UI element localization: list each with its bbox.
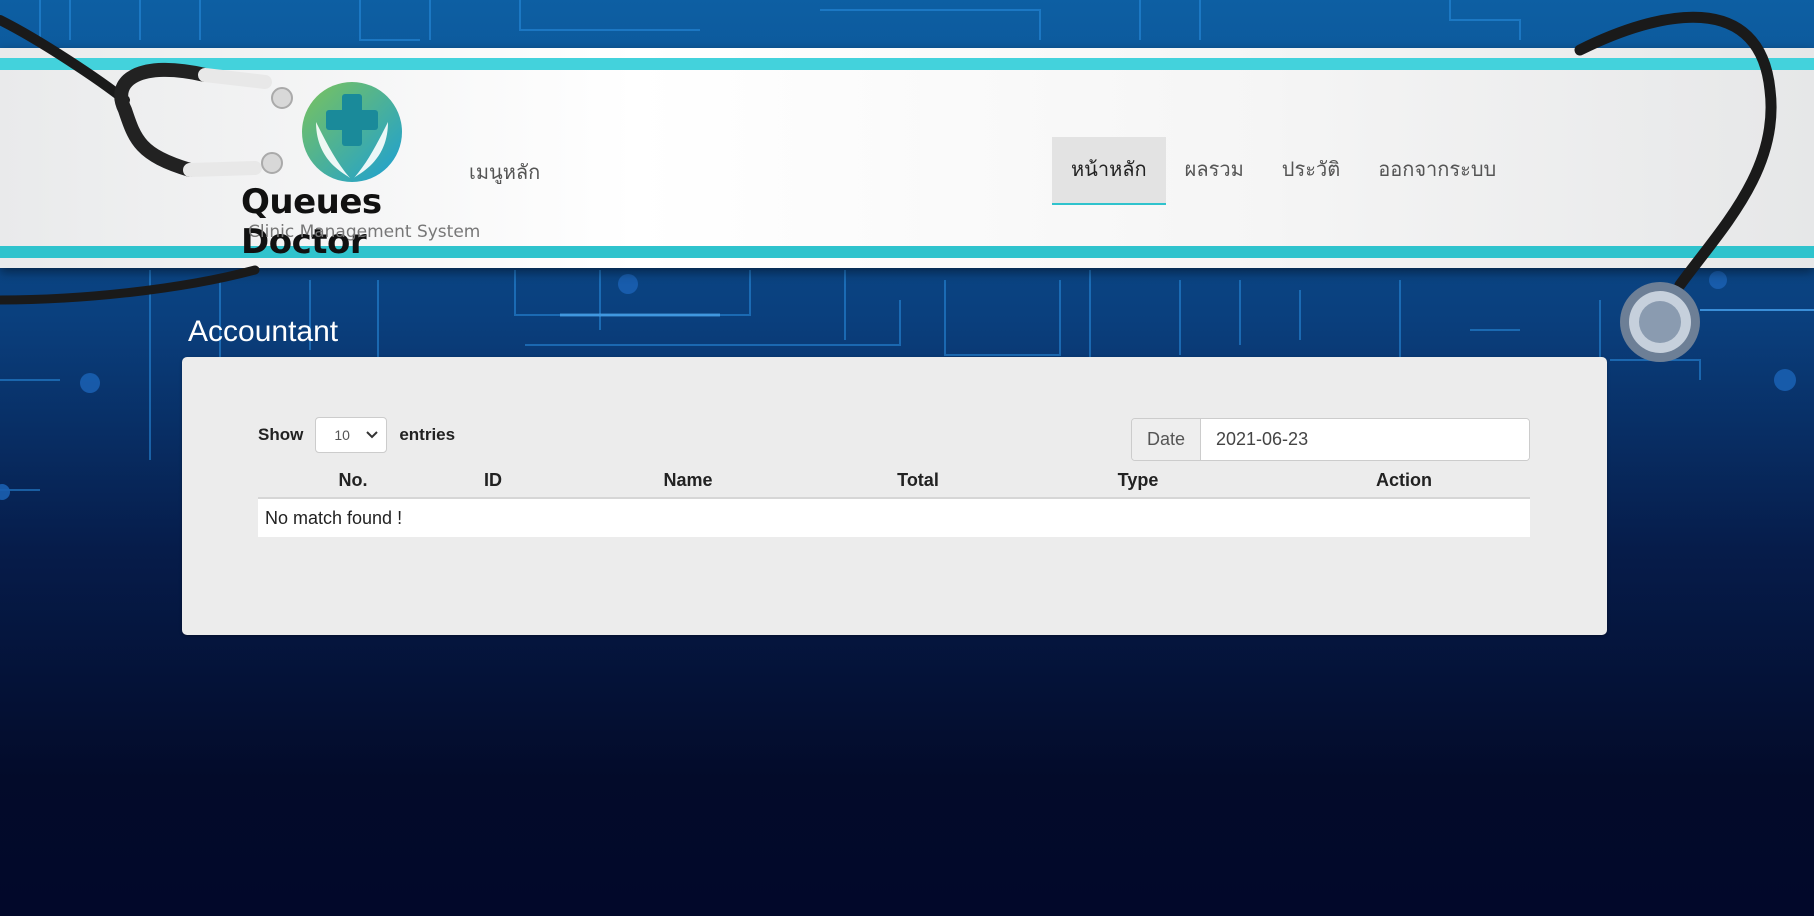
accountant-panel: Show 10 entries Date No. ID Name Total T… [182,357,1607,635]
page-size-select[interactable]: 10 [315,417,388,453]
nav-item-logout[interactable]: ออกจากระบบ [1359,137,1515,205]
header-stripe-top [0,58,1814,70]
table-header-row: No. ID Name Total Type Action [258,463,1530,499]
entries-label: entries [399,425,456,444]
nav-item-home[interactable]: หน้าหลัก [1052,137,1166,205]
empty-table-message: No match found ! [258,498,1530,537]
brand-tagline: Clinic Management System [248,222,481,242]
app-logo[interactable]: Queues Doctor Clinic Management System [236,82,480,262]
column-header-total[interactable]: Total [838,463,998,499]
chevron-down-icon [366,431,379,439]
column-header-no[interactable]: No. [258,463,448,499]
column-header-id[interactable]: ID [448,463,538,499]
page-title: Accountant [188,315,339,348]
column-header-name[interactable]: Name [538,463,838,499]
accountant-table: No. ID Name Total Type Action No match f… [258,463,1530,537]
page-size-value: 10 [334,427,350,443]
column-header-action[interactable]: Action [1278,463,1530,499]
table-row: No match found ! [258,498,1530,537]
page-size-control: Show 10 entries [258,417,455,453]
date-input[interactable] [1201,419,1529,460]
nav-item-summary[interactable]: ผลรวม [1166,137,1263,205]
date-filter: Date [1131,418,1530,461]
main-menu-label: เมนูหลัก [469,160,541,184]
date-label: Date [1132,419,1201,460]
column-header-type[interactable]: Type [998,463,1278,499]
nav-item-history[interactable]: ประวัติ [1263,137,1359,205]
medical-cross-logo-icon [302,82,402,182]
top-nav: หน้าหลัก ผลรวม ประวัติ ออกจากระบบ [1052,137,1515,205]
show-label: Show [258,425,304,444]
